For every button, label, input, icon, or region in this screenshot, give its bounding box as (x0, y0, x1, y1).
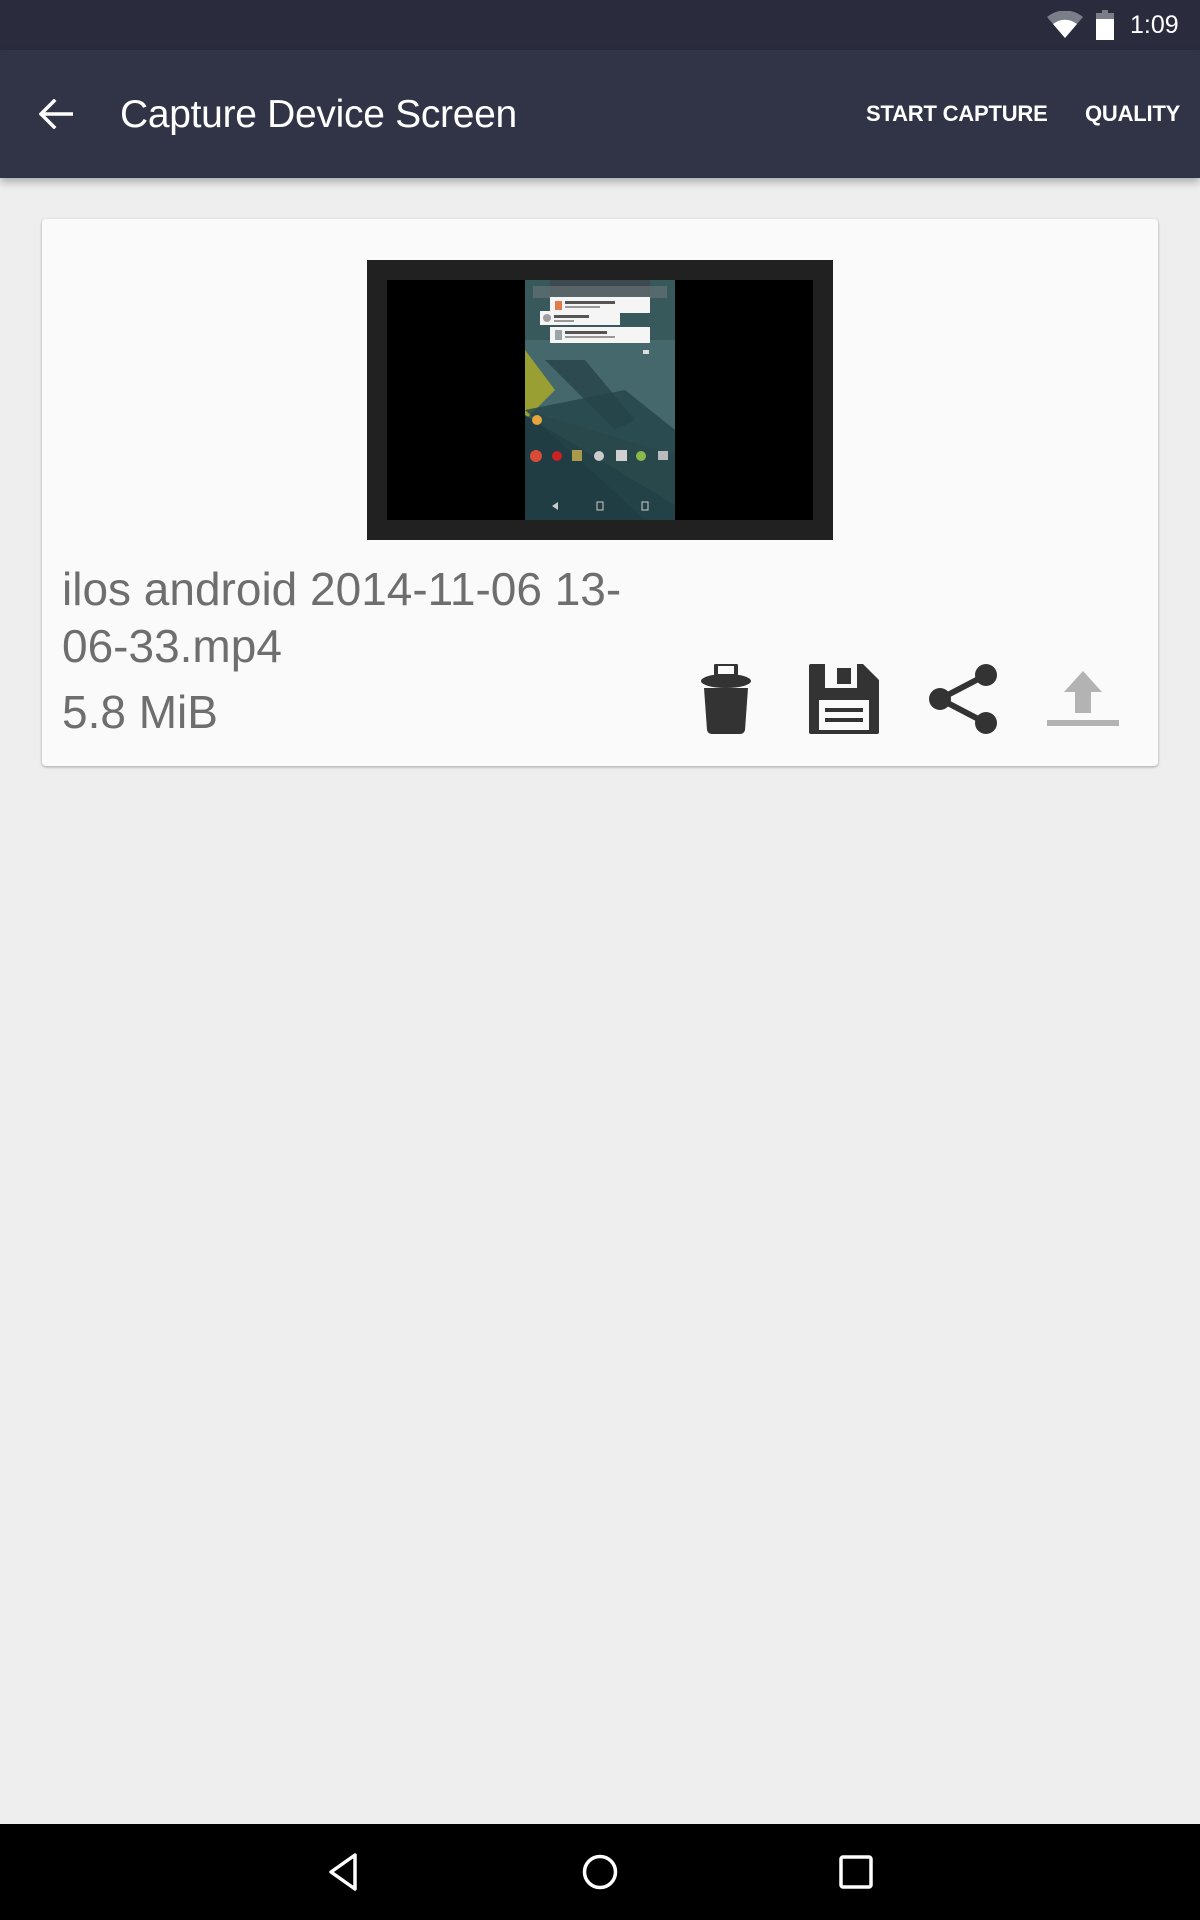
recording-card: ilos android 2014-11-06 13-06-33.mp4 5.8… (42, 219, 1158, 766)
share-button[interactable] (925, 659, 1001, 739)
share-icon (929, 664, 997, 734)
start-capture-button[interactable]: START CAPTURE (866, 94, 1048, 134)
status-time: 1:09 (1130, 11, 1179, 39)
floppy-disk-icon (809, 664, 879, 734)
recording-file-size: 5.8 MiB (62, 686, 218, 738)
page-title: Capture Device Screen (120, 93, 517, 136)
nav-home-button[interactable] (560, 1838, 640, 1906)
wifi-icon (1047, 11, 1083, 38)
battery-icon (1096, 10, 1114, 40)
back-button[interactable] (28, 86, 84, 142)
app-toolbar: Capture Device Screen START CAPTURE QUAL… (0, 50, 1200, 178)
nav-back-button[interactable] (304, 1838, 384, 1906)
quality-button[interactable]: QUALITY (1085, 94, 1180, 134)
thumbnail-image (387, 280, 813, 520)
recording-file-name: ilos android 2014-11-06 13-06-33.mp4 (62, 563, 622, 672)
arrow-back-icon (39, 99, 73, 129)
recents-square-icon (839, 1855, 873, 1889)
nav-recents-button[interactable] (816, 1838, 896, 1906)
video-thumbnail[interactable] (367, 260, 833, 540)
system-nav-bar (0, 1824, 1200, 1920)
upload-button[interactable] (1045, 659, 1121, 739)
back-triangle-icon (329, 1853, 357, 1891)
upload-icon (1047, 671, 1119, 726)
save-button[interactable] (806, 659, 882, 739)
trash-icon (701, 664, 751, 734)
status-bar: 1:09 (0, 0, 1200, 50)
delete-button[interactable] (688, 659, 764, 739)
home-circle-icon (582, 1854, 618, 1890)
